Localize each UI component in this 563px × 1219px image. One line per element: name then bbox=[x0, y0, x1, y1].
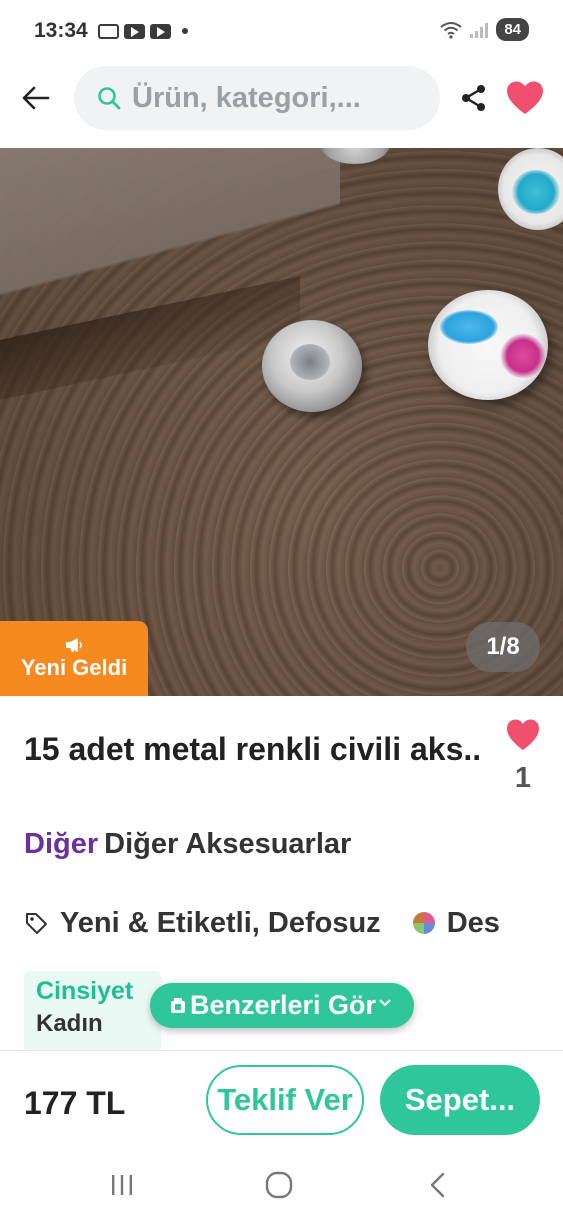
new-arrival-badge: Yeni Geldi bbox=[0, 621, 148, 696]
spec-label: Cinsiyet bbox=[36, 977, 134, 1005]
brand-avatar bbox=[412, 912, 435, 934]
spec-value: Kadın bbox=[36, 1010, 103, 1037]
flower-print-blue bbox=[440, 310, 498, 344]
category-main-link[interactable]: Diğer bbox=[24, 828, 98, 860]
app-header: Ürün, kategori,... bbox=[0, 66, 563, 130]
wifi-icon bbox=[440, 21, 462, 39]
product-title: 15 adet metal renkli civili aks.. bbox=[24, 731, 482, 767]
new-arrival-label: Yeni Geldi bbox=[20, 654, 128, 680]
nav-back-icon[interactable] bbox=[426, 1170, 448, 1200]
gender-spec-card: Cinsiyet Kadın bbox=[24, 971, 161, 1053]
notification-icons bbox=[97, 23, 188, 39]
category-sub-link[interactable]: Diğer Aksesuarlar bbox=[104, 828, 351, 860]
tag-icon bbox=[26, 913, 47, 934]
condition-row: Yeni & Etiketli, Defosuz Des bbox=[24, 902, 563, 944]
like-heart-icon[interactable] bbox=[505, 718, 541, 752]
stud-back-prongs bbox=[262, 320, 362, 412]
arrow-left-icon[interactable] bbox=[18, 80, 54, 116]
image-counter: 1/8 bbox=[466, 622, 540, 672]
add-to-cart-button[interactable]: Sepet... bbox=[380, 1065, 540, 1135]
bottom-action-bar: 177 TL Teklif Ver Sepet... bbox=[0, 1050, 563, 1154]
like-count: 1 bbox=[514, 762, 532, 794]
screenshot-notification-icon bbox=[97, 23, 119, 39]
signal-icon bbox=[470, 22, 489, 38]
flower-print-pink bbox=[500, 334, 546, 378]
heart-icon[interactable] bbox=[505, 80, 545, 116]
search-input[interactable]: Ürün, kategori,... bbox=[74, 66, 440, 130]
search-icon bbox=[98, 87, 121, 110]
share-icon[interactable] bbox=[458, 82, 490, 114]
condition-text: Yeni & Etiketli, Defosuz bbox=[60, 906, 381, 939]
see-similar-button[interactable]: Benzerleri Gör bbox=[150, 983, 414, 1028]
breadcrumb: Diğer Diğer Aksesuarlar bbox=[24, 828, 351, 861]
youtube-notification-icon bbox=[123, 23, 145, 39]
home-icon[interactable] bbox=[264, 1170, 294, 1200]
battery-indicator: 84 bbox=[496, 18, 529, 41]
status-time: 13:34 bbox=[34, 19, 88, 42]
system-navigation-bar bbox=[0, 1154, 563, 1219]
price: 177 TL bbox=[24, 1085, 126, 1121]
product-image[interactable] bbox=[0, 148, 563, 696]
similar-items-icon bbox=[171, 997, 185, 1013]
search-placeholder: Ürün, kategori,... bbox=[132, 81, 361, 114]
youtube-notification-icon-2 bbox=[149, 23, 171, 39]
see-similar-label: Benzerleri Gör bbox=[190, 990, 377, 1020]
flower-print bbox=[512, 170, 560, 214]
chevron-down-icon bbox=[379, 998, 391, 1006]
brand-name[interactable]: Des bbox=[447, 907, 500, 940]
recents-icon[interactable] bbox=[108, 1172, 136, 1198]
make-offer-button[interactable]: Teklif Ver bbox=[206, 1065, 364, 1135]
more-notifications-icon bbox=[181, 28, 188, 34]
megaphone-icon bbox=[66, 637, 82, 652]
status-bar: 13:34 84 bbox=[0, 0, 563, 62]
